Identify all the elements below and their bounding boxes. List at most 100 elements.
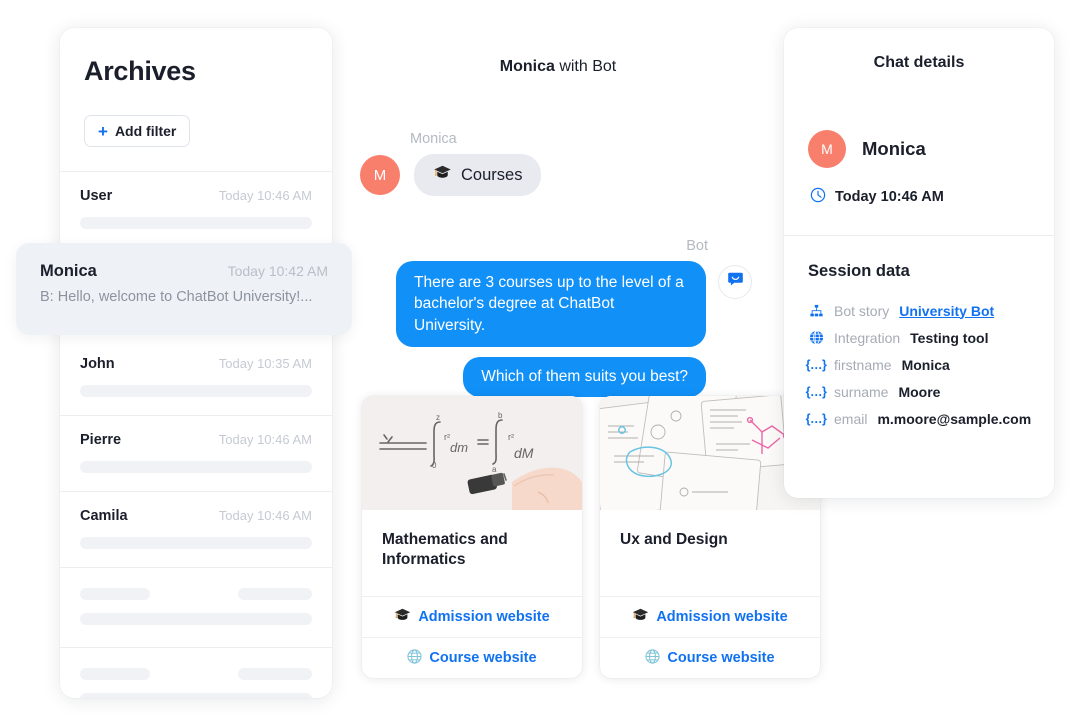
bot-message-bubble[interactable]: Which of them suits you best? [463, 357, 706, 398]
conversation-title: Monica with Bot [332, 0, 784, 76]
session-key: email [834, 410, 868, 427]
bot-message-block: Bot There are 3 courses up to the level … [352, 238, 752, 398]
list-item[interactable]: Camila Today 10:46 AM [60, 492, 332, 568]
chat-name: Monica [40, 262, 97, 280]
whiteboard-math-photo: z 0 r² dm b a r² dM [362, 396, 582, 510]
course-website-link[interactable]: Course website [362, 637, 582, 678]
skeleton-preview [80, 385, 312, 397]
app-root: Archives + Add filter User Today 10:46 A… [0, 0, 1080, 726]
plus-icon: + [98, 121, 108, 141]
clock-icon [810, 187, 826, 207]
placeholder-preview [80, 613, 312, 625]
avatar: M [360, 155, 400, 195]
user-message-text: Courses [461, 165, 523, 184]
message-author: Monica [410, 131, 457, 147]
course-title: Ux and Design [620, 531, 728, 548]
add-filter-button[interactable]: + Add filter [84, 115, 191, 147]
admission-website-link[interactable]: Admission website [362, 596, 582, 637]
placeholder-header [80, 668, 312, 680]
globe-icon [808, 330, 824, 345]
bot-avatar [718, 265, 752, 299]
session-key: surname [834, 383, 889, 400]
row-header: Monica Today 10:42 AM [40, 262, 328, 281]
page-title: Archives [84, 56, 196, 86]
session-key: Integration [834, 329, 901, 346]
sitemap-icon [808, 304, 824, 318]
avatar: M [808, 130, 846, 168]
details-user: M Monica [784, 72, 1054, 168]
session-value: Testing tool [910, 329, 989, 346]
braces-icon: {…} [805, 357, 827, 372]
conversation-panel: Monica with Bot Monica M Courses Bot The… [332, 0, 820, 726]
add-filter-container: + Add filter [60, 87, 332, 147]
placeholder-time [238, 668, 312, 680]
row-header: Camila Today 10:46 AM [80, 508, 312, 524]
bot-message-row: Which of them suits you best? [352, 357, 752, 398]
session-value: Monica [901, 356, 950, 373]
chat-name: User [80, 188, 113, 204]
list-item[interactable]: Pierre Today 10:46 AM [60, 416, 332, 492]
chat-details-panel: Chat details M Monica Today 10:46 AM Ses… [784, 28, 1054, 498]
skeleton-preview [80, 461, 312, 473]
row-header: John Today 10:35 AM [80, 356, 312, 372]
course-card[interactable]: z 0 r² dm b a r² dM Mathematics and Info… [362, 396, 582, 678]
placeholder-name [80, 668, 150, 680]
details-time-label: Today 10:46 AM [835, 189, 944, 205]
add-filter-label: Add filter [114, 123, 177, 139]
conversation-title-rest: with Bot [554, 58, 617, 75]
chat-time: Today 10:46 AM [218, 508, 312, 523]
row-header: User Today 10:46 AM [80, 188, 312, 204]
chat-preview: B: Hello, welcome to ChatBot University!… [40, 289, 313, 305]
graduation-cap-icon [433, 165, 452, 185]
message-author: Bot [686, 238, 708, 254]
user-message-block: Monica M Courses [360, 131, 542, 196]
bot-message-row: There are 3 courses up to the level of a… [352, 261, 752, 348]
session-key: Bot story [834, 302, 890, 319]
globe-icon [645, 648, 660, 668]
session-item-integration: Integration Testing tool [808, 324, 1054, 351]
list-item[interactable]: User Today 10:46 AM [60, 172, 332, 248]
session-data-list: Bot story University Bot Integration Tes… [784, 281, 1054, 432]
chat-time: Today 10:35 AM [218, 356, 312, 371]
chat-name: Pierre [80, 432, 122, 448]
list-item[interactable]: John Today 10:35 AM [60, 340, 332, 416]
chat-bubble-icon [727, 271, 744, 293]
message-row: M Courses [360, 154, 542, 196]
braces-icon: {…} [805, 411, 827, 426]
details-title: Chat details [873, 54, 965, 71]
session-item-bot-story: Bot story University Bot [808, 297, 1054, 324]
list-item-placeholder [60, 568, 332, 648]
details-timestamp: Today 10:46 AM [784, 168, 1054, 207]
graduation-cap-icon [394, 608, 411, 626]
session-value: Moore [898, 383, 941, 400]
course-title: Mathematics and Informatics [382, 531, 508, 569]
chat-time: Today 10:46 AM [218, 432, 312, 447]
list-item-placeholder [60, 648, 332, 698]
graduation-cap-icon [632, 608, 649, 626]
placeholder-name [80, 588, 150, 600]
admission-website-link[interactable]: Admission website [600, 596, 820, 637]
admission-website-label: Admission website [418, 609, 550, 625]
list-item-selected[interactable]: Monica Today 10:42 AM B: Hello, welcome … [16, 243, 352, 335]
session-item-surname: {…} surname Moore [805, 378, 1054, 405]
admission-website-label: Admission website [656, 609, 788, 625]
course-website-link[interactable]: Course website [600, 637, 820, 678]
placeholder-header [80, 588, 312, 600]
session-value: m.moore@sample.com [877, 410, 1032, 427]
session-key: firstname [834, 356, 892, 373]
chat-name: John [80, 356, 115, 372]
session-item-firstname: {…} firstname Monica [805, 351, 1054, 378]
placeholder-preview [80, 693, 312, 698]
session-item-email: {…} email m.moore@sample.com [805, 405, 1054, 432]
braces-icon: {…} [805, 384, 827, 399]
chat-time: Today 10:42 AM [227, 263, 328, 279]
session-value-link[interactable]: University Bot [899, 303, 994, 319]
skeleton-preview [80, 537, 312, 549]
placeholder-time [238, 588, 312, 600]
bot-message-bubble[interactable]: There are 3 courses up to the level of a… [396, 261, 706, 348]
user-message-bubble[interactable]: Courses [414, 154, 542, 196]
details-user-name: Monica [862, 138, 926, 159]
course-website-label: Course website [667, 650, 775, 666]
session-data-title: Session data [808, 262, 910, 280]
row-header: Pierre Today 10:46 AM [80, 432, 312, 448]
